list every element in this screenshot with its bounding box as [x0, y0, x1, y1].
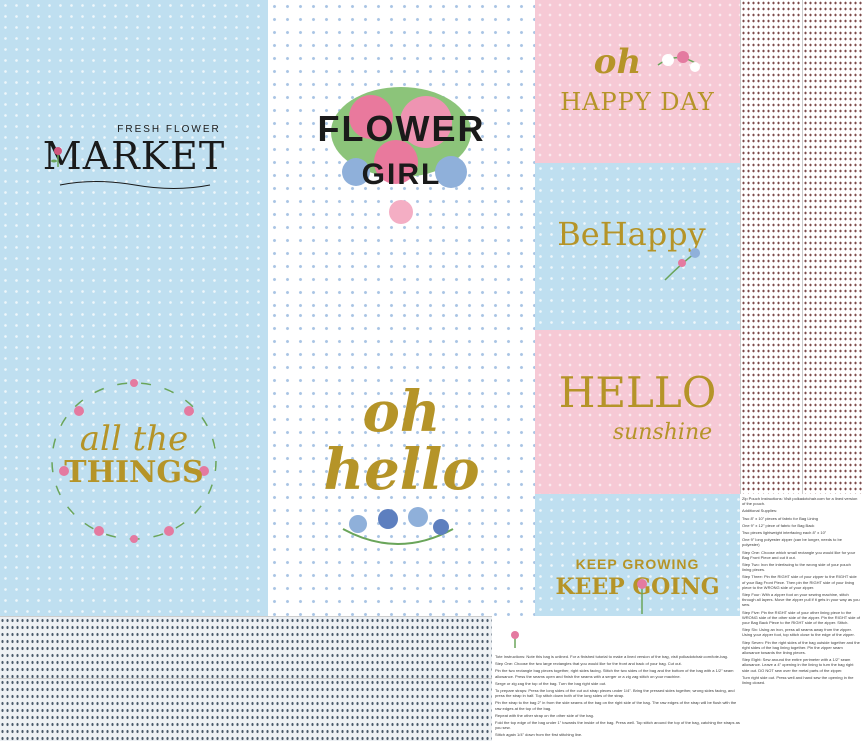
instruction-line: Stitch again 1/4" down from the first st…: [495, 732, 583, 738]
strap-strip-bottom-1: [0, 616, 492, 678]
flower-text: FLOWER: [317, 108, 486, 149]
all-the-text: all the: [79, 419, 189, 459]
strap-strip-bottom-2: [0, 678, 492, 741]
side-instruction-line: Two 8" x 10" pieces of fabric for Bag Li…: [742, 515, 818, 521]
instruction-line: Step One: Choose the two large rectangle…: [495, 661, 682, 667]
strap-strip-2: [802, 0, 864, 494]
hello-text: hello: [323, 437, 480, 503]
flower-girl-panel: FLOWER GIRL: [268, 0, 535, 309]
side-instruction-line: Step Six: Using an iron, press all seams…: [742, 627, 855, 638]
side-instruction-line: Zip Pouch Instructions: Visit polkadotch…: [742, 496, 858, 507]
market-panel: FRESH FLOWER MARKET: [0, 0, 268, 309]
side-instruction-line: Step One: Choose which small rectangle y…: [742, 549, 856, 560]
side-instruction-line: Two pieces lightweight interfacing each …: [742, 530, 827, 536]
sunshine-text: sunshine: [612, 420, 713, 445]
zip-pouch-instructions: Zip Pouch Instructions: Visit polkadotch…: [742, 496, 860, 687]
instruction-line: Tote Instructions: Note this bag is unli…: [495, 654, 729, 659]
side-instruction-line: One 9" long polyester zipper (can be lon…: [742, 537, 842, 548]
hello-big-text: HELLO: [558, 368, 717, 417]
flower-sprig-icon: [51, 147, 62, 167]
keep-growing-panel: KEEP GROWING KEEP GOING: [535, 494, 740, 616]
market-big-text: MARKET: [42, 134, 226, 178]
oh-hello-panel: oh hello: [268, 309, 535, 616]
side-instruction-line: Additional Supplies:: [742, 508, 778, 514]
strap-strip-1: [740, 0, 802, 494]
side-instruction-line: Step Seven: Pin the right sides of the b…: [742, 639, 860, 656]
flower-logo-icon: [511, 631, 519, 648]
side-instruction-line: Step Five: Pin the RIGHT side of your ot…: [742, 609, 860, 626]
be-happy-panel: BeHappy: [535, 163, 740, 330]
tote-instructions: Tote Instructions: Note this bag is unli…: [495, 654, 740, 740]
happy-day-panel: oh HAPPY DAY: [535, 0, 740, 163]
flower-sprig-icon: [637, 579, 647, 614]
be-happy-text: BeHappy: [557, 215, 706, 253]
side-instruction-line: Turn right side out. Press well and hand…: [742, 674, 854, 686]
pink-flowers-icon: [657, 51, 700, 72]
side-instruction-line: Step Two: Iron the interfacing to the wr…: [742, 562, 851, 573]
side-instruction-line: Step Three: Pin the RIGHT side of your z…: [742, 574, 857, 590]
side-instruction-line: Step Eight: Sew around the entire perime…: [742, 657, 854, 673]
oh-text: oh: [362, 379, 441, 445]
side-instruction-line: Step Four: With a zipper foot on your se…: [742, 592, 860, 608]
all-things-panel: all the THINGS: [0, 309, 268, 616]
flower-sprig-icon: [664, 248, 700, 281]
girl-text: GIRL: [361, 158, 442, 191]
instruction-line: Repeat with the other strap on the other…: [495, 712, 594, 718]
oh-happy-small-text: oh: [593, 42, 642, 82]
instruction-line: Fold the top edge of the bag under 1" to…: [495, 720, 740, 731]
hello-sunshine-panel: HELLO sunshine: [535, 330, 740, 494]
instruction-line: Serge or zig zag the top of the bag. Tur…: [495, 680, 607, 686]
keep-growing-text: KEEP GROWING: [575, 556, 700, 572]
happy-day-text: HAPPY DAY: [560, 88, 715, 116]
side-instruction-line: One 9" x 12" piece of fabric for Bag Bac…: [742, 522, 815, 528]
instruction-line: To prepare straps: Press the long sides …: [495, 688, 735, 699]
flourish-divider-icon: [59, 181, 211, 189]
instruction-line: Pin the strap to the bag 2" in from the …: [495, 700, 737, 711]
instruction-line: Pin the two rectangle bag pieces togethe…: [495, 668, 734, 679]
blue-flowers-icon: [342, 507, 454, 545]
things-text: THINGS: [64, 455, 204, 490]
